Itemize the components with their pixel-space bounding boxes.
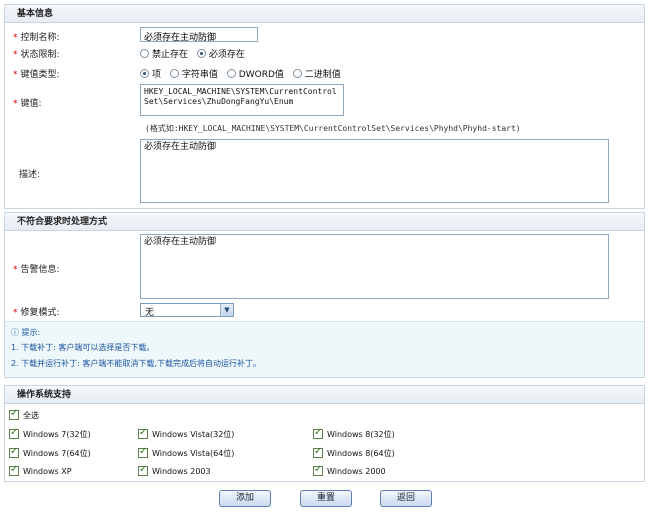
repair-mode-select[interactable]: 无 ▼ [140, 303, 234, 318]
state-option-must[interactable]: 必须存在 [196, 47, 245, 60]
os-checkbox[interactable]: Windows Vista(32位) [138, 427, 234, 440]
add-button[interactable]: 添加 [219, 490, 271, 507]
os-checkbox[interactable]: Windows 8(32位) [313, 427, 395, 440]
basic-info-panel: 基本信息 * 控制名称: 必须存在主动防御 * 状态限制: 禁止存在 必须存在 * 键… [4, 4, 645, 209]
tips-box: ⓘ 提示: 1. 下载补丁: 客户端可以选择是否下载。 2. 下载并运行补丁: … [5, 321, 644, 377]
checkbox-icon[interactable] [313, 446, 323, 458]
state-option-forbid[interactable]: 禁止存在 [140, 47, 188, 60]
os-checkbox[interactable]: Windows 7(32位) [9, 427, 91, 440]
chevron-down-icon[interactable]: ▼ [220, 304, 233, 316]
repair-mode-value: 无 [145, 308, 155, 318]
repair-row: * 修复模式: 无 ▼ [5, 303, 644, 318]
key-type-string[interactable]: 字符串值 [169, 67, 218, 80]
checkbox-icon[interactable] [138, 446, 148, 458]
alert-row: * 告警信息: 必须存在主动防御 [5, 234, 644, 300]
key-label: * 键值: [13, 99, 42, 109]
os-support-header: 操作系统支持 [5, 386, 644, 404]
key-type-item-radio[interactable] [140, 69, 149, 78]
description-textarea[interactable]: 必须存在主动防御 [140, 139, 609, 203]
os-checkbox[interactable]: Windows XP [9, 464, 72, 476]
checkbox-icon[interactable] [9, 427, 19, 439]
reset-button[interactable]: 重置 [300, 490, 352, 507]
violation-header: 不符合要求时处理方式 [5, 213, 644, 231]
tip-download: 1. 下载补丁: 客户端可以选择是否下载。 [11, 343, 155, 352]
checkbox-icon[interactable] [9, 464, 19, 476]
key-row: * 键值: HKEY_LOCAL_MACHINE\SYSTEM\CurrentCo… [5, 84, 644, 118]
select-all-checkbox[interactable]: 全选 [9, 408, 39, 421]
key-type-label: * 键值类型: [13, 70, 60, 80]
info-icon: ⓘ [11, 328, 19, 337]
checkbox-icon[interactable] [313, 427, 323, 439]
state-label: * 状态限制: [13, 50, 60, 60]
key-format-hint: (格式如:HKEY_LOCAL_MACHINE\SYSTEM\CurrentCo… [145, 124, 521, 133]
checkbox-icon[interactable] [138, 427, 148, 439]
description-label: 描述: [19, 170, 41, 180]
key-type-dword-radio[interactable] [226, 69, 236, 78]
checkbox-icon[interactable] [9, 446, 19, 458]
repair-label: * 修复模式: [13, 308, 60, 318]
state-row: * 状态限制: 禁止存在 必须存在 [5, 46, 644, 60]
os-checkbox[interactable]: Windows 8(64位) [313, 446, 395, 459]
checkbox-icon[interactable] [9, 408, 19, 420]
checkbox-icon[interactable] [313, 464, 323, 476]
key-type-string-radio[interactable] [169, 69, 179, 78]
key-type-binary-radio[interactable] [292, 69, 302, 78]
control-name-row: * 控制名称: 必须存在主动防御 [5, 27, 644, 43]
description-row: 描述: 必须存在主动防御 [5, 139, 644, 204]
key-value-textarea[interactable]: HKEY_LOCAL_MACHINE\SYSTEM\CurrentControl… [140, 84, 344, 116]
control-name-label: * 控制名称: [13, 33, 60, 43]
checkbox-icon[interactable] [138, 464, 148, 476]
os-checkbox[interactable]: Windows 7(64位) [9, 446, 91, 459]
alert-label: * 告警信息: [13, 265, 60, 275]
alert-textarea[interactable]: 必须存在主动防御 [140, 234, 609, 299]
key-type-row: * 键值类型: 项 字符串值 DWORD值 二进制值 [5, 66, 644, 80]
back-button[interactable]: 返回 [380, 490, 432, 507]
tip-download-run: 2. 下载并运行补丁: 客户端不能取消下载,下载完成后将自动运行补丁。 [11, 359, 261, 368]
state-must-radio[interactable] [196, 49, 206, 58]
key-type-item[interactable]: 项 [140, 67, 161, 80]
basic-info-header: 基本信息 [5, 5, 644, 23]
os-checkbox[interactable]: Windows Vista(64位) [138, 446, 234, 459]
violation-panel: 不符合要求时处理方式 * 告警信息: 必须存在主动防御 * 修复模式: 无 ▼ ⓘ … [4, 212, 645, 378]
state-forbid-radio[interactable] [140, 49, 149, 58]
key-type-binary[interactable]: 二进制值 [292, 67, 341, 80]
control-name-input[interactable]: 必须存在主动防御 [140, 27, 258, 43]
os-checkbox[interactable]: Windows 2003 [138, 464, 211, 476]
key-type-dword[interactable]: DWORD值 [226, 67, 284, 80]
tips-title: ⓘ 提示: [11, 328, 41, 337]
os-support-panel: 操作系统支持 全选 Windows 7(32位) Windows Vista(3… [4, 385, 645, 482]
os-checkbox[interactable]: Windows 2000 [313, 464, 386, 476]
